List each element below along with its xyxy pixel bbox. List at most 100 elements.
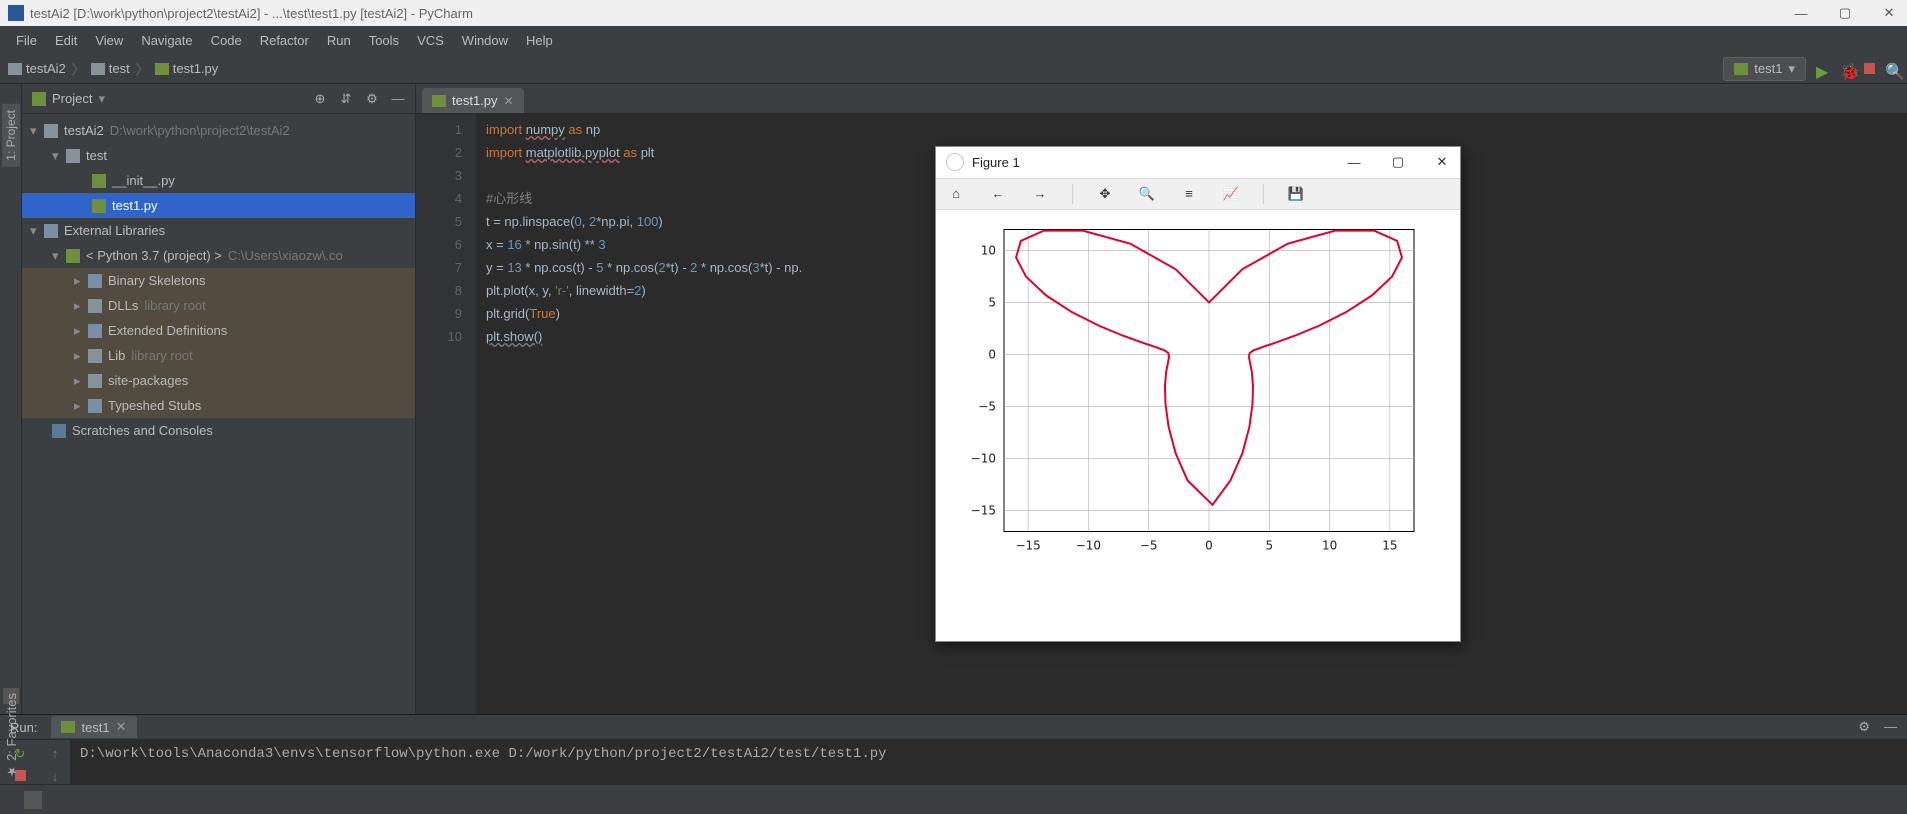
- matplotlib-figure-window[interactable]: Figure 1 — ▢ ✕ ⌂ ← → ✥ 🔍 ≡ 📈 💾 −15 −10 −5 0…: [935, 146, 1461, 642]
- svg-text:15: 15: [1382, 539, 1397, 553]
- svg-text:−10: −10: [971, 452, 996, 466]
- tree-root[interactable]: ▾ testAi2 D:\work\python\project2\testAi…: [22, 118, 415, 143]
- back-icon[interactable]: ←: [988, 184, 1008, 204]
- tree-file-test1[interactable]: test1.py: [22, 193, 415, 218]
- separator: [1072, 184, 1073, 204]
- menu-navigate[interactable]: Navigate: [133, 28, 200, 52]
- settings-icon[interactable]: ⚙: [1858, 719, 1870, 735]
- menu-code[interactable]: Code: [203, 28, 250, 52]
- svg-text:−15: −15: [1015, 539, 1040, 553]
- minimize-button[interactable]: —: [1346, 154, 1362, 170]
- maximize-button[interactable]: ▢: [1390, 154, 1406, 170]
- svg-text:5: 5: [1265, 539, 1273, 553]
- line-gutter: 12345678910: [416, 114, 476, 714]
- tree-file-init[interactable]: __init__.py: [22, 168, 415, 193]
- tree-dlls[interactable]: ▸DLLs library root: [22, 293, 415, 318]
- svg-text:0: 0: [1205, 539, 1213, 553]
- folder-icon: [8, 63, 22, 75]
- menu-run[interactable]: Run: [319, 28, 359, 52]
- run-config-label: test1: [1754, 61, 1782, 76]
- tree-lib[interactable]: ▸Lib library root: [22, 343, 415, 368]
- tree-typeshed[interactable]: ▸Typeshed Stubs: [22, 393, 415, 418]
- hide-icon[interactable]: —: [391, 92, 405, 106]
- menu-file[interactable]: File: [8, 28, 45, 52]
- close-tab-icon[interactable]: ✕: [504, 94, 514, 108]
- menu-help[interactable]: Help: [518, 28, 561, 52]
- chevron-right-icon: 〉: [136, 59, 149, 78]
- tab-favorites[interactable]: ★ 2: Favorites: [2, 687, 21, 784]
- svg-text:5: 5: [988, 295, 996, 309]
- tree-external-libraries[interactable]: ▾ External Libraries: [22, 218, 415, 243]
- tree-binary-skeletons[interactable]: ▸Binary Skeletons: [22, 268, 415, 293]
- tree-site-packages[interactable]: ▸site-packages: [22, 368, 415, 393]
- breadcrumb-folder[interactable]: test: [109, 61, 130, 76]
- minimize-button[interactable]: —: [1791, 3, 1811, 23]
- locate-icon[interactable]: ⊕: [313, 92, 327, 106]
- axes-icon[interactable]: 📈: [1221, 184, 1241, 204]
- chevron-right-icon: 〉: [72, 59, 85, 78]
- menu-refactor[interactable]: Refactor: [252, 28, 317, 52]
- svg-text:−15: −15: [971, 504, 996, 518]
- menu-edit[interactable]: Edit: [47, 28, 85, 52]
- up-icon[interactable]: ↑: [52, 746, 59, 761]
- project-icon: [32, 92, 46, 106]
- close-button[interactable]: ✕: [1879, 3, 1899, 23]
- menu-tools[interactable]: Tools: [361, 28, 407, 52]
- hide-icon[interactable]: —: [1884, 719, 1897, 735]
- project-tool-window: Project ▾ ⊕ ⇵ ⚙ — ▾ testAi2 D:\work\pyth…: [22, 84, 416, 714]
- panel-title: Project: [52, 91, 92, 106]
- menu-view[interactable]: View: [87, 28, 131, 52]
- editor-tab-test1[interactable]: test1.py ✕: [422, 88, 524, 113]
- dropdown-icon: ▾: [1788, 61, 1795, 77]
- run-tab[interactable]: test1 ✕: [51, 716, 136, 738]
- run-output[interactable]: D:\work\tools\Anaconda3\envs\tensorflow\…: [70, 740, 1907, 784]
- configure-icon[interactable]: ≡: [1179, 184, 1199, 204]
- breadcrumb[interactable]: testAi2 〉 test 〉 test1.py: [8, 59, 218, 78]
- breadcrumb-file[interactable]: test1.py: [173, 61, 219, 76]
- breadcrumb-root[interactable]: testAi2: [26, 61, 66, 76]
- left-tool-strip: 1: Project: [0, 84, 22, 714]
- folder-icon: [91, 63, 105, 75]
- menu-window[interactable]: Window: [454, 28, 516, 52]
- figure-canvas[interactable]: −15−10−5051015−15−10−50510: [936, 210, 1460, 641]
- tool-windows-icon[interactable]: [24, 791, 42, 809]
- collapse-all-icon[interactable]: ⇵: [339, 92, 353, 106]
- editor-tab-label: test1.py: [452, 93, 498, 108]
- tree-python-env[interactable]: ▾ < Python 3.7 (project) > C:\Users\xiao…: [22, 243, 415, 268]
- pan-icon[interactable]: ✥: [1095, 184, 1115, 204]
- home-icon[interactable]: ⌂: [946, 184, 966, 204]
- window-titlebar: testAi2 [D:\work\python\project2\testAi2…: [0, 0, 1907, 26]
- run-button[interactable]: ▶: [1816, 62, 1830, 76]
- debug-button[interactable]: 🐞: [1840, 62, 1854, 76]
- tree-extended-defs[interactable]: ▸Extended Definitions: [22, 318, 415, 343]
- svg-text:−10: −10: [1076, 539, 1101, 553]
- run-side-toolbar-2: ↑ ↓: [40, 740, 70, 784]
- dropdown-icon[interactable]: ▾: [98, 91, 105, 107]
- forward-icon[interactable]: →: [1030, 184, 1050, 204]
- separator: [1263, 184, 1264, 204]
- python-file-icon: [1734, 63, 1748, 75]
- menu-bar: File Edit View Navigate Code Refactor Ru…: [0, 26, 1907, 54]
- down-icon[interactable]: ↓: [52, 769, 59, 784]
- maximize-button[interactable]: ▢: [1835, 3, 1855, 23]
- stop-button[interactable]: [1864, 63, 1875, 74]
- matplotlib-icon: [946, 153, 964, 171]
- menu-vcs[interactable]: VCS: [409, 28, 452, 52]
- zoom-icon[interactable]: 🔍: [1137, 184, 1157, 204]
- save-icon[interactable]: 💾: [1286, 184, 1306, 204]
- python-file-icon: [61, 721, 75, 733]
- tree-folder-test[interactable]: ▾ test: [22, 143, 415, 168]
- close-tab-icon[interactable]: ✕: [116, 719, 127, 735]
- tree-scratches[interactable]: Scratches and Consoles: [22, 418, 415, 443]
- settings-icon[interactable]: ⚙: [365, 92, 379, 106]
- close-button[interactable]: ✕: [1434, 154, 1450, 170]
- tab-project[interactable]: 1: Project: [2, 104, 20, 167]
- svg-text:10: 10: [981, 243, 996, 257]
- search-everywhere-button[interactable]: 🔍: [1885, 62, 1899, 76]
- figure-titlebar[interactable]: Figure 1 — ▢ ✕: [936, 147, 1460, 178]
- heart-plot: −15−10−5051015−15−10−50510: [936, 210, 1460, 641]
- project-tree[interactable]: ▾ testAi2 D:\work\python\project2\testAi…: [22, 114, 415, 714]
- run-config-selector[interactable]: test1 ▾: [1723, 57, 1806, 81]
- navigation-bar: testAi2 〉 test 〉 test1.py test1 ▾ ▶ 🐞 🔍: [0, 54, 1907, 84]
- svg-text:−5: −5: [978, 400, 996, 414]
